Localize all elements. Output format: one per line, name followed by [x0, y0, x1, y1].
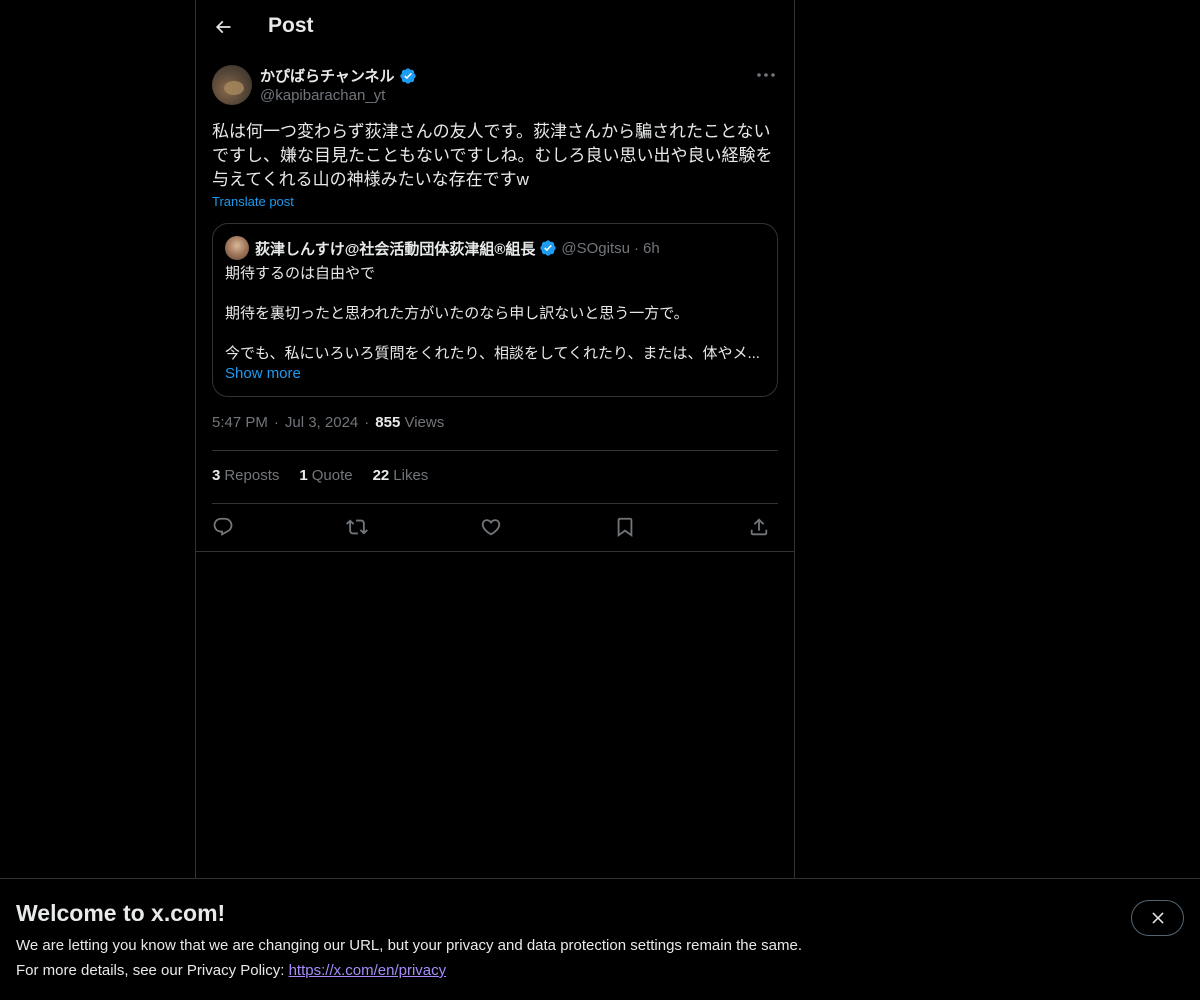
bookmark-button[interactable]: [612, 514, 638, 540]
more-horizontal-icon: [757, 73, 775, 77]
separator-dot: ·: [364, 414, 370, 431]
arrow-left-icon: [215, 20, 231, 34]
verified-badge-icon: [399, 67, 416, 84]
reply-icon: [213, 517, 233, 536]
divider: [212, 503, 778, 504]
separator-dot: ·: [633, 239, 639, 257]
quoted-avatar: [225, 236, 249, 260]
action-bar: [212, 514, 778, 540]
primary-column: Post かぴばらチャンネル @kapibarachan_yt 私は何一つ変わら…: [195, 0, 795, 1000]
likes-stat[interactable]: 22 Likes: [373, 467, 429, 484]
post-text: 私は何一つ変わらず荻津さんの友人です。荻津さんから騙されたことないですし、嫌な目…: [212, 122, 773, 189]
post-stats: 3 Reposts 1 Quote 22 Likes: [212, 467, 428, 484]
back-button[interactable]: [206, 10, 240, 44]
like-button[interactable]: [478, 514, 504, 540]
quoted-line-1: 期待するのは自由やで: [225, 265, 376, 282]
post-date[interactable]: Jul 3, 2024: [285, 414, 358, 431]
author-name-row[interactable]: かぴばらチャンネル: [260, 65, 417, 86]
quoted-line-2: 期待を裏切ったと思われた方がいたのなら申し訳ないと思う一方で。: [225, 305, 689, 322]
views-count: 855: [375, 414, 401, 431]
close-banner-button[interactable]: [1131, 900, 1184, 936]
heart-icon: [481, 519, 501, 536]
author-handle[interactable]: @kapibarachan_yt: [260, 87, 385, 104]
banner-message: We are letting you know that we are chan…: [16, 937, 802, 954]
share-button[interactable]: [746, 514, 772, 540]
post-author: かぴばらチャンネル @kapibarachan_yt: [212, 65, 778, 107]
share-icon: [750, 518, 768, 536]
repost-icon: [346, 519, 368, 535]
reposts-stat[interactable]: 3 Reposts: [212, 467, 279, 484]
more-button[interactable]: [754, 65, 778, 85]
show-more-link[interactable]: Show more: [225, 365, 301, 382]
page-header: Post: [196, 0, 794, 53]
page-title: Post: [268, 14, 314, 37]
post-meta: 5:47 PM · Jul 3, 2024 · 855 Views: [212, 414, 444, 431]
verified-badge-icon: [540, 240, 557, 256]
separator-dot: ·: [273, 414, 279, 431]
reply-button[interactable]: [210, 514, 236, 540]
divider: [196, 551, 794, 552]
banner-policy-prefix: For more details, see our Privacy Policy…: [16, 962, 289, 979]
bookmark-icon: [617, 517, 633, 538]
quoted-post-time: 6h: [642, 239, 660, 257]
banner-policy-line: For more details, see our Privacy Policy…: [16, 962, 446, 979]
quotes-stat[interactable]: 1 Quote: [299, 467, 352, 484]
views-label: Views: [404, 414, 445, 431]
quoted-post-card[interactable]: 荻津しんすけ@社会活動団体荻津組®組長 @SOgitsu · 6h 期待するのは…: [212, 223, 778, 397]
author-name[interactable]: かぴばらチャンネル: [260, 65, 395, 86]
close-icon: [1151, 912, 1164, 924]
post-time[interactable]: 5:47 PM: [212, 414, 268, 431]
quoted-author-handle: @SOgitsu: [561, 239, 630, 257]
divider: [212, 450, 778, 451]
avatar[interactable]: [212, 65, 252, 105]
quoted-author-name: 荻津しんすけ@社会活動団体荻津組®組長: [255, 240, 536, 258]
welcome-banner: Welcome to x.com! We are letting you kno…: [0, 878, 1200, 1000]
quoted-post-header: 荻津しんすけ@社会活動団体荻津組®組長 @SOgitsu · 6h: [225, 236, 660, 260]
repost-button[interactable]: [344, 514, 370, 540]
translate-post-link[interactable]: Translate post: [212, 194, 294, 209]
banner-title: Welcome to x.com!: [16, 900, 226, 926]
quoted-post-body: 期待するのは自由やで 期待を裏切ったと思われた方がいたのなら申し訳ないと思う一方…: [225, 264, 765, 364]
privacy-policy-link[interactable]: https://x.com/en/privacy: [289, 962, 447, 979]
quoted-line-3: 今でも、私にいろいろ質問をくれたり、相談をしてくれたり、または、体やメ...: [225, 345, 760, 362]
